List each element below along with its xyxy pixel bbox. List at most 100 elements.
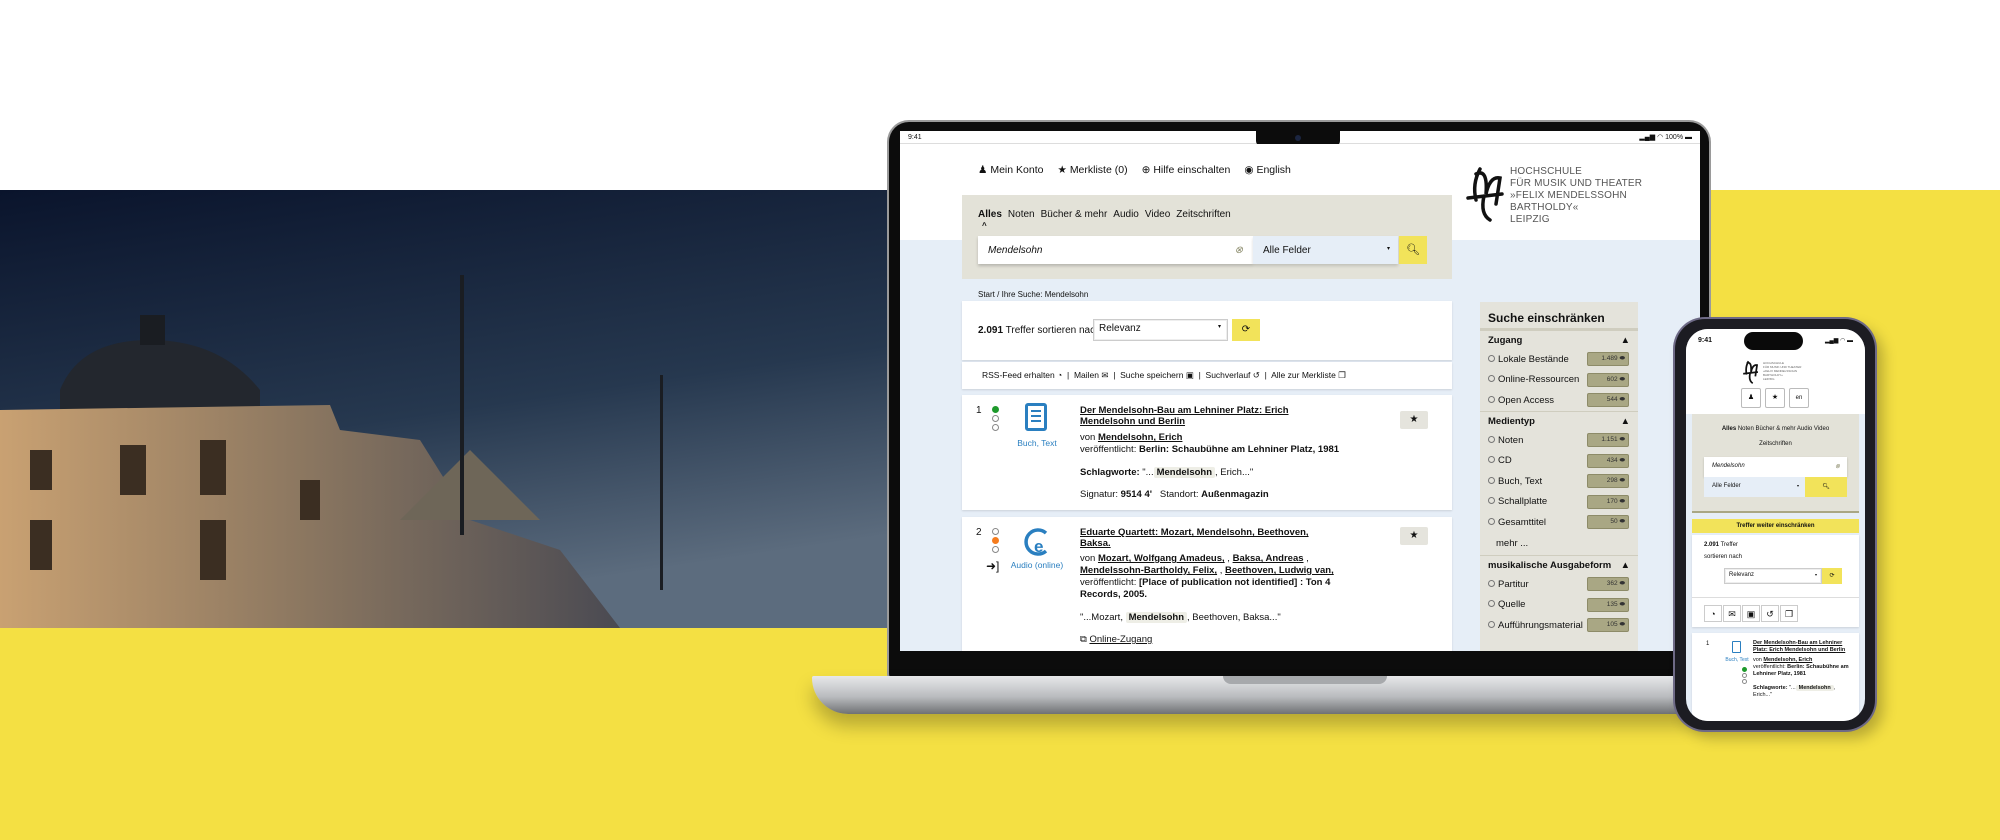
- facet-group-header[interactable]: Zugang ▲: [1480, 330, 1638, 349]
- radio-icon[interactable]: [1488, 435, 1495, 443]
- radio-icon[interactable]: [1488, 517, 1495, 525]
- tab-buecher[interactable]: Bücher & mehr: [1041, 209, 1108, 220]
- search-field-select[interactable]: Alle Felder ▾: [1253, 236, 1398, 264]
- action-history[interactable]: Suchverlauf ↺: [1206, 370, 1260, 380]
- radio-icon[interactable]: [1488, 354, 1495, 362]
- phone-logo-mark[interactable]: [1742, 359, 1760, 385]
- sort-select[interactable]: Relevanz ▾: [1093, 319, 1228, 341]
- phone-tab-buecher[interactable]: Bücher & mehr: [1756, 426, 1796, 432]
- tab-video[interactable]: Video: [1145, 209, 1170, 220]
- nav-watchlist[interactable]: ★ Merkliste (0): [1057, 164, 1127, 176]
- facet-count-badge[interactable]: 544 ⬬: [1587, 393, 1629, 408]
- nav-help[interactable]: ⊕ Hilfe einschalten: [1142, 164, 1231, 176]
- radio-icon[interactable]: [1488, 579, 1495, 587]
- facet-count-badge[interactable]: 135 ⬬: [1587, 597, 1629, 612]
- mail-icon[interactable]: ✉: [1723, 605, 1741, 622]
- phone-search-input[interactable]: Mendelsohn ⊗: [1704, 457, 1847, 477]
- clear-icon[interactable]: ⊗: [1235, 245, 1243, 256]
- phone-tab-audio[interactable]: Audio: [1797, 426, 1812, 432]
- result-title-link[interactable]: Eduarte Quartett: Mozart, Mendelsohn, Be…: [1080, 527, 1390, 549]
- logo-mark[interactable]: [1466, 164, 1506, 224]
- facet-count-badge[interactable]: 50 ⬬: [1587, 515, 1629, 530]
- facet-item[interactable]: Open Access 544 ⬬: [1480, 390, 1638, 411]
- author-link[interactable]: Mendelsohn, Erich: [1098, 432, 1182, 443]
- radio-icon[interactable]: [1488, 497, 1495, 505]
- collapse-icon[interactable]: ▲: [1621, 331, 1630, 349]
- history-icon[interactable]: ↺: [1761, 605, 1779, 622]
- phone-account-button[interactable]: ♟: [1741, 388, 1761, 408]
- phone-refresh-button[interactable]: ⟳: [1822, 568, 1842, 584]
- author-link[interactable]: Mozart, Wolfgang Amadeus,: [1098, 553, 1225, 564]
- facet-item[interactable]: Schallplatte 170 ⬬: [1480, 492, 1638, 513]
- nav-language[interactable]: ◉ English: [1244, 164, 1291, 176]
- action-save[interactable]: Suche speichern ▣: [1120, 370, 1194, 380]
- radio-icon[interactable]: [1488, 395, 1495, 403]
- phone-sort-select[interactable]: Relevanz ▾: [1724, 568, 1822, 584]
- tab-zeitschriften[interactable]: Zeitschriften: [1176, 209, 1230, 220]
- refresh-sort-button[interactable]: ⟳: [1232, 319, 1260, 341]
- radio-icon[interactable]: [1488, 456, 1495, 464]
- facet-item[interactable]: CD 434 ⬬: [1480, 450, 1638, 471]
- radio-icon[interactable]: [1488, 600, 1495, 608]
- action-watchlist-all[interactable]: Alle zur Merkliste ❐: [1271, 370, 1346, 380]
- author-link[interactable]: Baksa, Andreas: [1233, 553, 1304, 564]
- facet-group-header[interactable]: Medientyp ▲: [1480, 410, 1638, 430]
- facet-count-badge[interactable]: 298 ⬬: [1587, 474, 1629, 489]
- rss-icon[interactable]: ◔: [1704, 605, 1722, 622]
- facet-count-badge[interactable]: 602 ⬬: [1587, 372, 1629, 387]
- facet-count-badge[interactable]: 170 ⬬: [1587, 494, 1629, 509]
- search-button[interactable]: 🔍︎: [1399, 236, 1427, 264]
- separator: |: [1062, 370, 1074, 380]
- facet-item[interactable]: Online-Ressourcen 602 ⬬: [1480, 370, 1638, 391]
- external-link-icon: ⧉: [1080, 634, 1087, 645]
- save-icon[interactable]: ▣: [1742, 605, 1760, 622]
- tab-audio[interactable]: Audio: [1113, 209, 1139, 220]
- facet-item[interactable]: Noten 1.151 ⬬: [1480, 430, 1638, 451]
- add-to-watchlist-button[interactable]: ★: [1400, 411, 1428, 429]
- refine-results-button[interactable]: Treffer weiter einschränken: [1692, 519, 1859, 533]
- search-input[interactable]: Mendelsohn ⊗: [978, 236, 1253, 264]
- copy-icon[interactable]: ❐: [1780, 605, 1798, 622]
- author-link[interactable]: Beethoven, Ludwig van,: [1225, 565, 1334, 576]
- nav-my-account[interactable]: ♟ Mein Konto: [978, 164, 1043, 176]
- history-icon: ↺: [1252, 370, 1260, 380]
- phone-watchlist-button[interactable]: ★: [1765, 388, 1785, 408]
- facet-more-link[interactable]: mehr ...: [1480, 533, 1638, 555]
- phone-field-select[interactable]: Alle Felder ▾: [1704, 477, 1805, 497]
- phone-tab-noten[interactable]: Noten: [1738, 426, 1754, 432]
- facet-count-badge[interactable]: 105 ⬬: [1587, 618, 1629, 633]
- phone-tab-alles[interactable]: Alles: [1722, 426, 1736, 432]
- facet-count-badge[interactable]: 1.151 ⬬: [1587, 433, 1629, 448]
- login-icon[interactable]: ➜]: [986, 559, 999, 573]
- collapse-icon[interactable]: ▲: [1621, 556, 1630, 574]
- globe-icon: ◉: [1244, 164, 1254, 176]
- facet-item[interactable]: Lokale Bestände 1.489 ⬬: [1480, 349, 1638, 370]
- collapse-icon[interactable]: ▲: [1621, 412, 1630, 430]
- online-access-link[interactable]: ⧉ Online-Zugang: [1080, 634, 1390, 646]
- tab-noten[interactable]: Noten: [1008, 209, 1035, 220]
- facet-count-badge[interactable]: 1.489 ⬬: [1587, 352, 1629, 367]
- phone-result-title[interactable]: Der Mendelsohn-Bau am Lehniner Platz: Er…: [1753, 640, 1853, 654]
- tab-alles[interactable]: Alles: [978, 209, 1002, 220]
- breadcrumb-start[interactable]: Start: [978, 290, 995, 299]
- facet-item[interactable]: Partitur 362 ⬬: [1480, 574, 1638, 595]
- result-title-link[interactable]: Der Mendelsohn-Bau am Lehniner Platz: Er…: [1080, 405, 1380, 427]
- phone-language-button[interactable]: en: [1789, 388, 1809, 408]
- facet-item[interactable]: Gesamttitel 50 ⬬: [1480, 512, 1638, 533]
- facet-item[interactable]: Aufführungsmaterial 105 ⬬: [1480, 615, 1638, 636]
- phone-tab-zeitschriften[interactable]: Zeitschriften: [1692, 441, 1859, 447]
- facet-count-badge[interactable]: 434 ⬬: [1587, 453, 1629, 468]
- facet-item[interactable]: Quelle 135 ⬬: [1480, 594, 1638, 615]
- facet-count-badge[interactable]: 362 ⬬: [1587, 577, 1629, 592]
- action-mail[interactable]: Mailen ✉: [1074, 370, 1109, 380]
- radio-icon[interactable]: [1488, 476, 1495, 484]
- phone-tab-video[interactable]: Video: [1814, 426, 1829, 432]
- action-rss[interactable]: RSS-Feed erhalten ◔: [982, 370, 1062, 380]
- radio-icon[interactable]: [1488, 375, 1495, 383]
- facet-group-header[interactable]: musikalische Ausgabeform ▲: [1480, 554, 1638, 574]
- author-link[interactable]: Mendelssohn-Bartholdy, Felix,: [1080, 565, 1217, 576]
- add-to-watchlist-button[interactable]: ★: [1400, 527, 1428, 545]
- phone-search-button[interactable]: 🔍︎: [1805, 477, 1847, 497]
- facet-item[interactable]: Buch, Text 298 ⬬: [1480, 471, 1638, 492]
- radio-icon[interactable]: [1488, 620, 1495, 628]
